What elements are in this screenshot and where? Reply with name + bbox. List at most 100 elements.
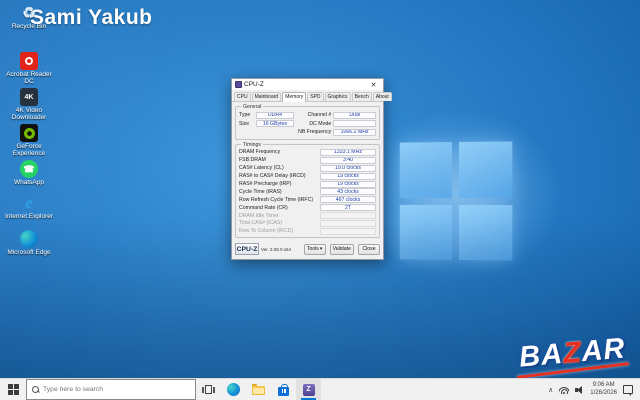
tray-overflow-chevron-icon[interactable]: ∧ [548, 386, 553, 394]
timing-label: RAS# to CAS# Delay (tRCD) [239, 173, 320, 179]
desktop-icon-4k-downloader[interactable]: 4K 4K Video Downloader [2, 88, 56, 122]
tab-bench[interactable]: Bench [352, 92, 372, 101]
taskbar-clock[interactable]: 9:06 AM 1/26/2026 [590, 382, 617, 396]
timing-value: 43 clocks [320, 188, 376, 195]
timing-label: Row Refresh Cycle Time (tRFC) [239, 197, 320, 203]
tab-mainboard[interactable]: Mainboard [252, 92, 282, 101]
general-row: NB Frequency 1066.2 MHz [239, 128, 376, 137]
taskbar-cpuz-button[interactable]: Z [296, 379, 321, 400]
timing-value [320, 228, 376, 235]
desktop-icon-whatsapp[interactable]: ☎ WhatsApp [2, 160, 56, 186]
cpuz-logo: CPU-Z [235, 243, 259, 255]
4k-video-downloader-icon: 4K [20, 88, 38, 106]
timing-value: 467 clocks [320, 196, 376, 203]
cpuz-app-icon [235, 81, 242, 88]
groupbox-title: Timings [241, 142, 263, 148]
timing-row: CAS# Latency (CL) 19.0 clocks [239, 164, 376, 172]
desktop-icon-label: Acrobat Reader DC [2, 71, 56, 86]
timing-label: RAS# Precharge (tRP) [239, 181, 320, 187]
close-button[interactable]: Close [358, 244, 380, 255]
dc-mode-value [333, 120, 376, 127]
network-icon[interactable] [559, 386, 569, 394]
taskbar: Z ∧ 9:06 AM 1/26/2026 [0, 378, 640, 400]
timing-value: 1333.1 MHz [320, 149, 376, 156]
timings-groupbox: Timings DRAM Frequency 1333.1 MHz FSB:DR… [235, 144, 380, 239]
clock-time: 9:06 AM [590, 382, 617, 389]
edge-icon [20, 230, 38, 248]
timing-value: 19.0 clocks [320, 165, 376, 172]
timing-label: DRAM Frequency [239, 149, 320, 155]
memory-size-value: 16 GBytes [256, 120, 295, 127]
nvidia-icon [20, 124, 38, 142]
file-explorer-icon [252, 386, 265, 395]
timing-row: Row To Column (tRCD) [239, 227, 376, 235]
tab-memory[interactable]: Memory [282, 92, 306, 102]
taskbar-edge-button[interactable] [221, 379, 246, 400]
windows-start-icon [8, 384, 19, 395]
desktop-icon-acrobat[interactable]: Acrobat Reader DC [2, 52, 56, 86]
tab-spd[interactable]: SPD [307, 92, 323, 101]
timing-label: CAS# Latency (CL) [239, 165, 320, 171]
timing-label: Command Rate (CR) [239, 205, 320, 211]
general-groupbox: General Type DDR4 Channel # Dual Size 16… [235, 106, 380, 140]
timing-value: 3:40 [320, 157, 376, 164]
timing-value [320, 220, 376, 227]
field-label: NB Frequency [296, 129, 331, 135]
cpuz-tab-strip: CPU Mainboard Memory SPD Graphics Bench … [232, 90, 383, 102]
desktop-icon-label: Internet Explorer [2, 213, 56, 220]
nb-frequency-value: 1066.2 MHz [333, 129, 376, 136]
recycle-bin-icon: ♻ [20, 4, 38, 22]
timing-row: Total CAS# (tCAS) [239, 220, 376, 228]
desktop-icon-edge[interactable]: Microsoft Edge [2, 230, 56, 256]
cpuz-window: CPU-Z ✕ CPU Mainboard Memory SPD Graphic… [231, 78, 384, 260]
timing-row: FSB:DRAM 3:40 [239, 156, 376, 164]
timing-label: DRAM Idle Timer [239, 213, 320, 219]
general-row: Type DDR4 Channel # Dual [239, 111, 376, 120]
desktop-icon-label: 4K Video Downloader [2, 107, 56, 122]
timing-row: Row Refresh Cycle Time (tRFC) 467 clocks [239, 196, 376, 204]
timing-value: 2T [320, 204, 376, 211]
tab-cpu[interactable]: CPU [234, 92, 251, 101]
validate-button[interactable]: Validate [330, 244, 354, 255]
desktop-icon-label: GeForce Experience [2, 143, 56, 158]
taskbar-file-explorer-button[interactable] [246, 379, 271, 400]
timing-label: FSB:DRAM [239, 157, 320, 163]
field-label: Channel # [296, 112, 331, 118]
tab-graphics[interactable]: Graphics [325, 92, 351, 101]
search-input[interactable] [43, 386, 190, 393]
microsoft-store-icon [278, 387, 289, 396]
field-label: DC Mode [296, 121, 331, 127]
desktop-icon-internet-explorer[interactable]: e Internet Explorer [2, 194, 56, 220]
chevron-down-icon: ▾ [320, 246, 323, 252]
timing-value [320, 212, 376, 219]
timing-label: Total CAS# (tCAS) [239, 220, 320, 226]
acrobat-icon [20, 52, 38, 70]
search-icon [32, 386, 39, 393]
cpuz-footer: CPU-Z Ver. 2.08.0.x64 Tools ▾ Validate C… [232, 240, 383, 259]
timing-row: DRAM Frequency 1333.1 MHz [239, 149, 376, 157]
tab-about[interactable]: About [373, 92, 392, 101]
timing-row: RAS# Precharge (tRP) 19 clocks [239, 180, 376, 188]
desktop-icon-recycle-bin[interactable]: ♻ Recycle Bin [2, 4, 56, 30]
taskbar-search[interactable] [26, 379, 196, 400]
volume-icon[interactable] [575, 386, 584, 394]
field-label: Size [239, 121, 254, 127]
start-button[interactable] [0, 379, 26, 400]
desktop-icon-label: Recycle Bin [2, 23, 56, 30]
general-row: Size 16 GBytes DC Mode [239, 120, 376, 129]
desktop-icon-geforce[interactable]: GeForce Experience [2, 124, 56, 158]
timing-value: 19 clocks [320, 181, 376, 188]
timing-row: Command Rate (CR) 2T [239, 204, 376, 212]
tools-button[interactable]: Tools ▾ [304, 244, 326, 255]
task-view-button[interactable] [196, 379, 221, 400]
system-tray: ∧ 9:06 AM 1/26/2026 [541, 379, 640, 400]
desktop: Sami Yakub ♻ Recycle Bin Acrobat Reader … [0, 0, 640, 400]
taskbar-store-button[interactable] [271, 379, 296, 400]
field-label: Type [239, 112, 254, 118]
cpuz-titlebar[interactable]: CPU-Z ✕ [232, 79, 383, 90]
action-center-icon[interactable] [623, 385, 633, 394]
timing-label: Row To Column (tRCD) [239, 228, 320, 234]
tools-button-label: Tools [307, 246, 319, 252]
close-icon[interactable]: ✕ [367, 79, 380, 90]
desktop-icon-label: WhatsApp [2, 179, 56, 186]
